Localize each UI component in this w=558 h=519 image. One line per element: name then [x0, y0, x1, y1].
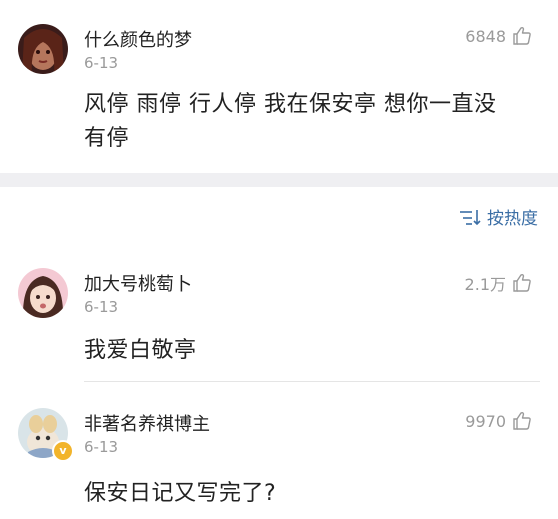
sort-icon	[460, 209, 481, 225]
thumbs-up-icon	[513, 411, 531, 430]
username[interactable]: 什么颜色的梦	[84, 26, 192, 52]
comment-text-line: 风停 雨停 行人停 我在保安亭 想你一直没	[84, 92, 497, 117]
avatar[interactable]	[18, 268, 68, 318]
comment-item: 加大号桃萄卜 6-13 2.1万 我爱白敬亭	[0, 250, 558, 380]
username[interactable]: 非著名养祺博主	[84, 410, 210, 436]
section-divider	[0, 173, 558, 187]
comment-text: 风停 雨停 行人停 我在保安亭 想你一直没 有停	[84, 88, 534, 156]
avatar-image-icon	[18, 268, 68, 318]
sort-label: 按热度	[487, 209, 538, 229]
like-button[interactable]: 6848	[465, 26, 532, 46]
comment-item: 什么颜色的梦 6-13 6848 风停 雨停 行人停 我在保安亭 想你一直没 有…	[0, 0, 558, 173]
sort-by-hot-button[interactable]: 按热度	[459, 204, 538, 229]
thumbs-up-icon	[513, 273, 531, 292]
comment-text-line: 有停	[84, 126, 130, 151]
username[interactable]: 加大号桃萄卜	[84, 270, 192, 296]
avatar-image-icon	[18, 24, 68, 74]
comment-date: 6-13	[84, 54, 119, 72]
comment-item: 非著名养祺博主 6-13 9970 保安日记又写完了?	[0, 382, 558, 519]
comments-page: 什么颜色的梦 6-13 6848 风停 雨停 行人停 我在保安亭 想你一直没 有…	[0, 0, 558, 519]
verified-badge-icon: v	[52, 440, 74, 462]
comment-date: 6-13	[84, 438, 119, 456]
like-count: 6848	[465, 26, 506, 46]
like-count: 9970	[465, 411, 506, 431]
like-button[interactable]: 2.1万	[465, 271, 532, 295]
comment-text: 保安日记又写完了?	[84, 481, 277, 506]
thumbs-up-icon	[513, 26, 531, 45]
like-count: 2.1万	[464, 275, 506, 294]
comment-text: 我爱白敬亭	[84, 338, 197, 363]
comment-date: 6-13	[84, 298, 119, 316]
like-button[interactable]: 9970	[465, 411, 532, 431]
avatar[interactable]	[18, 24, 68, 74]
